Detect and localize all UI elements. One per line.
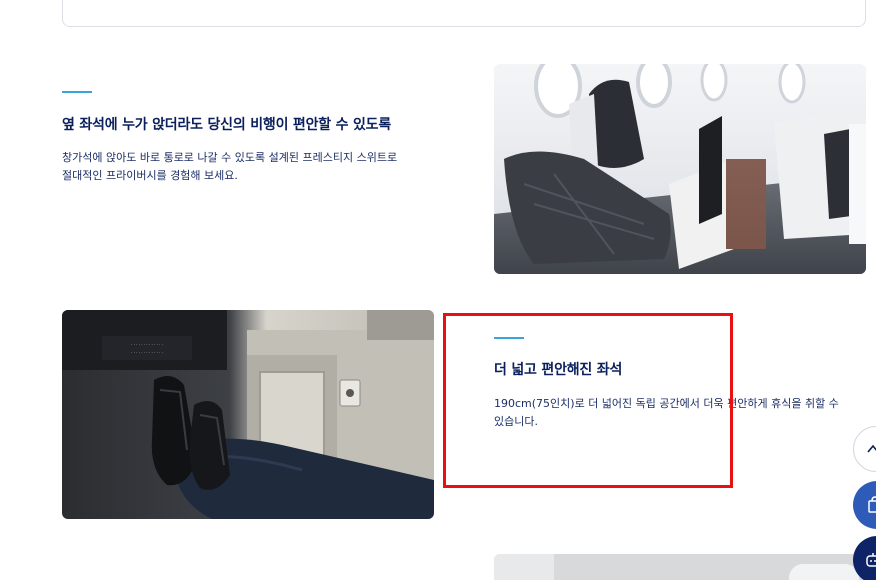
- svg-text:· · · · · · · · · · · · ·: · · · · · · · · · · · · ·: [131, 350, 163, 355]
- next-feature-image: [494, 554, 866, 580]
- accent-line: [494, 337, 524, 339]
- scroll-top-button[interactable]: [853, 426, 876, 472]
- feature-desc-privacy: 창가석에 앉아도 바로 통로로 나갈 수 있도록 설계된 프레스티지 스위트로 …: [62, 149, 442, 185]
- feature-desc-line: 190cm(75인치)로 더 넓어진 독립 공간에서 더욱 편안하게 휴식을 취…: [494, 397, 839, 410]
- chatbot-icon: [866, 553, 876, 567]
- legroom-image: · · · · · · · · · · · · · · · · · · · · …: [62, 310, 434, 519]
- accent-line: [62, 91, 92, 93]
- shopping-bag-icon: [868, 496, 876, 513]
- prestige-suite-image: [494, 64, 866, 274]
- feature-desc-line: 창가석에 앉아도 바로 통로로 나갈 수 있도록 설계된 프레스티지 스위트로: [62, 151, 398, 164]
- svg-text:· · · · · · · · · · · · ·: · · · · · · · · · · · · ·: [131, 342, 163, 347]
- feature-title-privacy: 옆 좌석에 누가 앉더라도 당신의 비행이 편안할 수 있도록: [62, 117, 392, 133]
- previous-section-card: [62, 0, 866, 27]
- feature-desc-line: 절대적인 프라이버시를 경험해 보세요.: [62, 169, 238, 182]
- chatbot-button[interactable]: [853, 536, 876, 580]
- next-feature-photo: [494, 554, 866, 580]
- prestige-suite-photo: [494, 64, 866, 274]
- shopping-button[interactable]: [853, 481, 876, 529]
- chevron-up-icon: [867, 444, 876, 453]
- feature-title-wider-seat: 더 넓고 편안해진 좌석: [494, 362, 623, 378]
- feature-desc-line: 있습니다.: [494, 415, 538, 428]
- page: 옆 좌석에 누가 앉더라도 당신의 비행이 편안할 수 있도록 창가석에 앉아도…: [0, 0, 876, 580]
- legroom-photo: · · · · · · · · · · · · · · · · · · · · …: [62, 310, 434, 519]
- feature-desc-wider-seat: 190cm(75인치)로 더 넓어진 독립 공간에서 더욱 편안하게 휴식을 취…: [494, 395, 866, 431]
